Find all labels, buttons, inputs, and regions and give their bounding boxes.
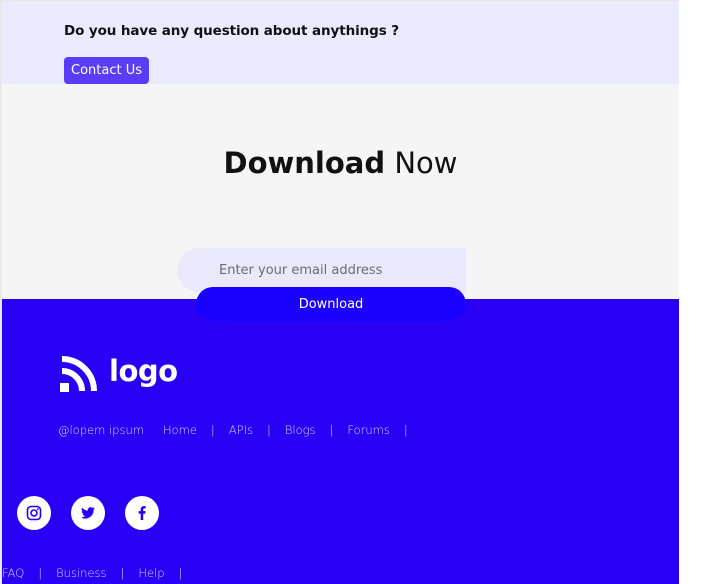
footer-link-forums[interactable]: Forums [347, 423, 389, 437]
download-heading-bold: Download [223, 146, 386, 180]
footer-link-faq[interactable]: FAQ [2, 566, 24, 580]
download-button[interactable]: Download [196, 287, 466, 321]
footer-separator: | [38, 566, 43, 580]
question-text: Do you have any question about anythings… [64, 23, 399, 39]
email-field[interactable] [219, 248, 459, 292]
footer-link-help[interactable]: Help [138, 566, 164, 580]
footer-link-apis[interactable]: APIs [229, 423, 253, 437]
email-field-wrapper [177, 248, 466, 292]
twitter-icon [81, 507, 95, 519]
footer-separator: | [210, 423, 215, 437]
download-heading-rest: Now [394, 146, 458, 180]
footer-separator: | [178, 566, 183, 580]
contact-us-button[interactable]: Contact Us [64, 57, 149, 84]
instagram-button[interactable] [17, 496, 51, 530]
footer-bottom-nav: FAQ | Business | Help | [2, 566, 196, 580]
footer-separator: | [120, 566, 125, 580]
twitter-button[interactable] [71, 496, 105, 530]
logo-text: logo [109, 354, 178, 388]
contact-banner: Do you have any question about anythings… [2, 0, 679, 85]
footer-separator: | [403, 423, 408, 437]
instagram-icon [26, 505, 42, 521]
footer [2, 299, 679, 584]
facebook-icon [138, 506, 146, 520]
footer-link-business[interactable]: Business [56, 566, 106, 580]
logo-mark-icon [60, 356, 97, 392]
footer-separator: | [266, 423, 271, 437]
footer-nav: @lopem ipsum Home | APIs | Blogs | Forum… [58, 423, 422, 437]
facebook-button[interactable] [125, 496, 159, 530]
download-heading: Download Now [2, 146, 679, 180]
footer-separator: | [329, 423, 334, 437]
footer-link-blogs[interactable]: Blogs [285, 423, 316, 437]
footer-brand-text: @lopem ipsum [58, 423, 144, 437]
footer-link-home[interactable]: Home [163, 423, 197, 437]
